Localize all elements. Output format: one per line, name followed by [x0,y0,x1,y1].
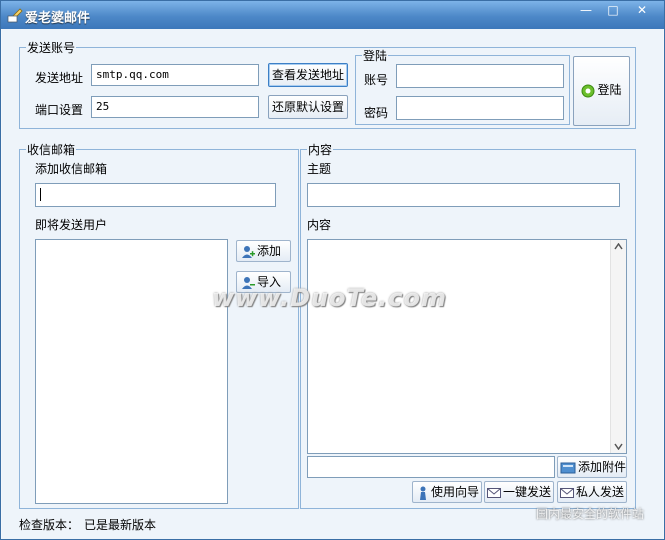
client-area: 发送账号 发送地址 smtp.qq.com 端口设置 25 查看发送地址 还原默… [2,29,663,539]
account-label: 账号 [364,73,389,87]
scroll-down-icon[interactable] [614,443,623,450]
version-check-label: 检查版本： [19,518,80,532]
password-input[interactable] [396,96,564,120]
restore-default-button[interactable]: 还原默认设置 [268,95,348,119]
content-legend: 内容 [308,143,333,157]
address-label: 发送地址 [35,71,84,85]
one-click-send-button[interactable]: 一键发送 [484,481,554,503]
login-legend: 登陆 [363,49,388,63]
attach-button-label: 添加附件 [578,460,627,474]
pending-users-label: 即将发送用户 [35,218,108,232]
account-input[interactable] [396,64,564,88]
port-label: 端口设置 [35,103,84,117]
subject-label: 主题 [307,162,332,176]
window-title: 爱老婆邮件 [25,11,91,26]
add-button-label: 添加 [257,244,282,258]
main-window: 爱老婆邮件 — □ ✕ 发送账号 发送地址 smtp.qq.com 端口设置 2… [0,0,665,540]
body-textarea[interactable] [307,239,627,454]
address-input[interactable]: smtp.qq.com [91,64,259,86]
send-account-legend: 发送账号 [27,41,76,55]
private-send-button[interactable]: 私人发送 [557,481,627,503]
login-button[interactable]: 登陆 [573,56,630,126]
add-button[interactable]: 添加 [236,240,291,262]
wizard-button-label: 使用向导 [431,485,480,499]
port-input[interactable]: 25 [91,96,259,118]
subject-input[interactable] [307,183,620,207]
envelope-icon [487,487,501,498]
one-click-send-label: 一键发送 [503,485,552,499]
watermark-center: www.DuoTe.com [212,284,447,312]
version-status: 已是最新版本 [84,518,157,532]
envelope-pen-icon [7,8,23,23]
title-bar[interactable]: 爱老婆邮件 — □ ✕ [1,1,664,29]
green-circle-icon [581,84,595,97]
scroll-up-icon[interactable] [614,243,623,250]
inbox-legend: 收信邮箱 [27,143,76,157]
body-label: 内容 [307,218,332,232]
text-caret [40,188,41,201]
login-button-label: 登陆 [597,83,622,97]
user-icon [242,245,255,258]
person-icon [420,486,426,500]
attachment-input[interactable] [307,456,555,478]
attach-button[interactable]: 添加附件 [557,456,627,478]
pending-users-list[interactable] [35,239,228,504]
watermark-corner: 国内最安全的软件站 [536,507,645,521]
attachment-icon [560,462,576,474]
view-address-button[interactable]: 查看发送地址 [268,63,348,87]
body-scrollbar[interactable] [610,240,626,453]
maximize-button[interactable]: □ [602,3,624,19]
envelope-icon [560,487,574,498]
password-label: 密码 [364,106,389,120]
close-button[interactable]: ✕ [631,3,653,19]
minimize-button[interactable]: — [575,3,597,19]
add-inbox-input[interactable] [35,183,276,207]
private-send-label: 私人发送 [576,485,625,499]
add-inbox-label: 添加收信邮箱 [35,162,108,176]
wizard-button[interactable]: 使用向导 [412,481,482,503]
